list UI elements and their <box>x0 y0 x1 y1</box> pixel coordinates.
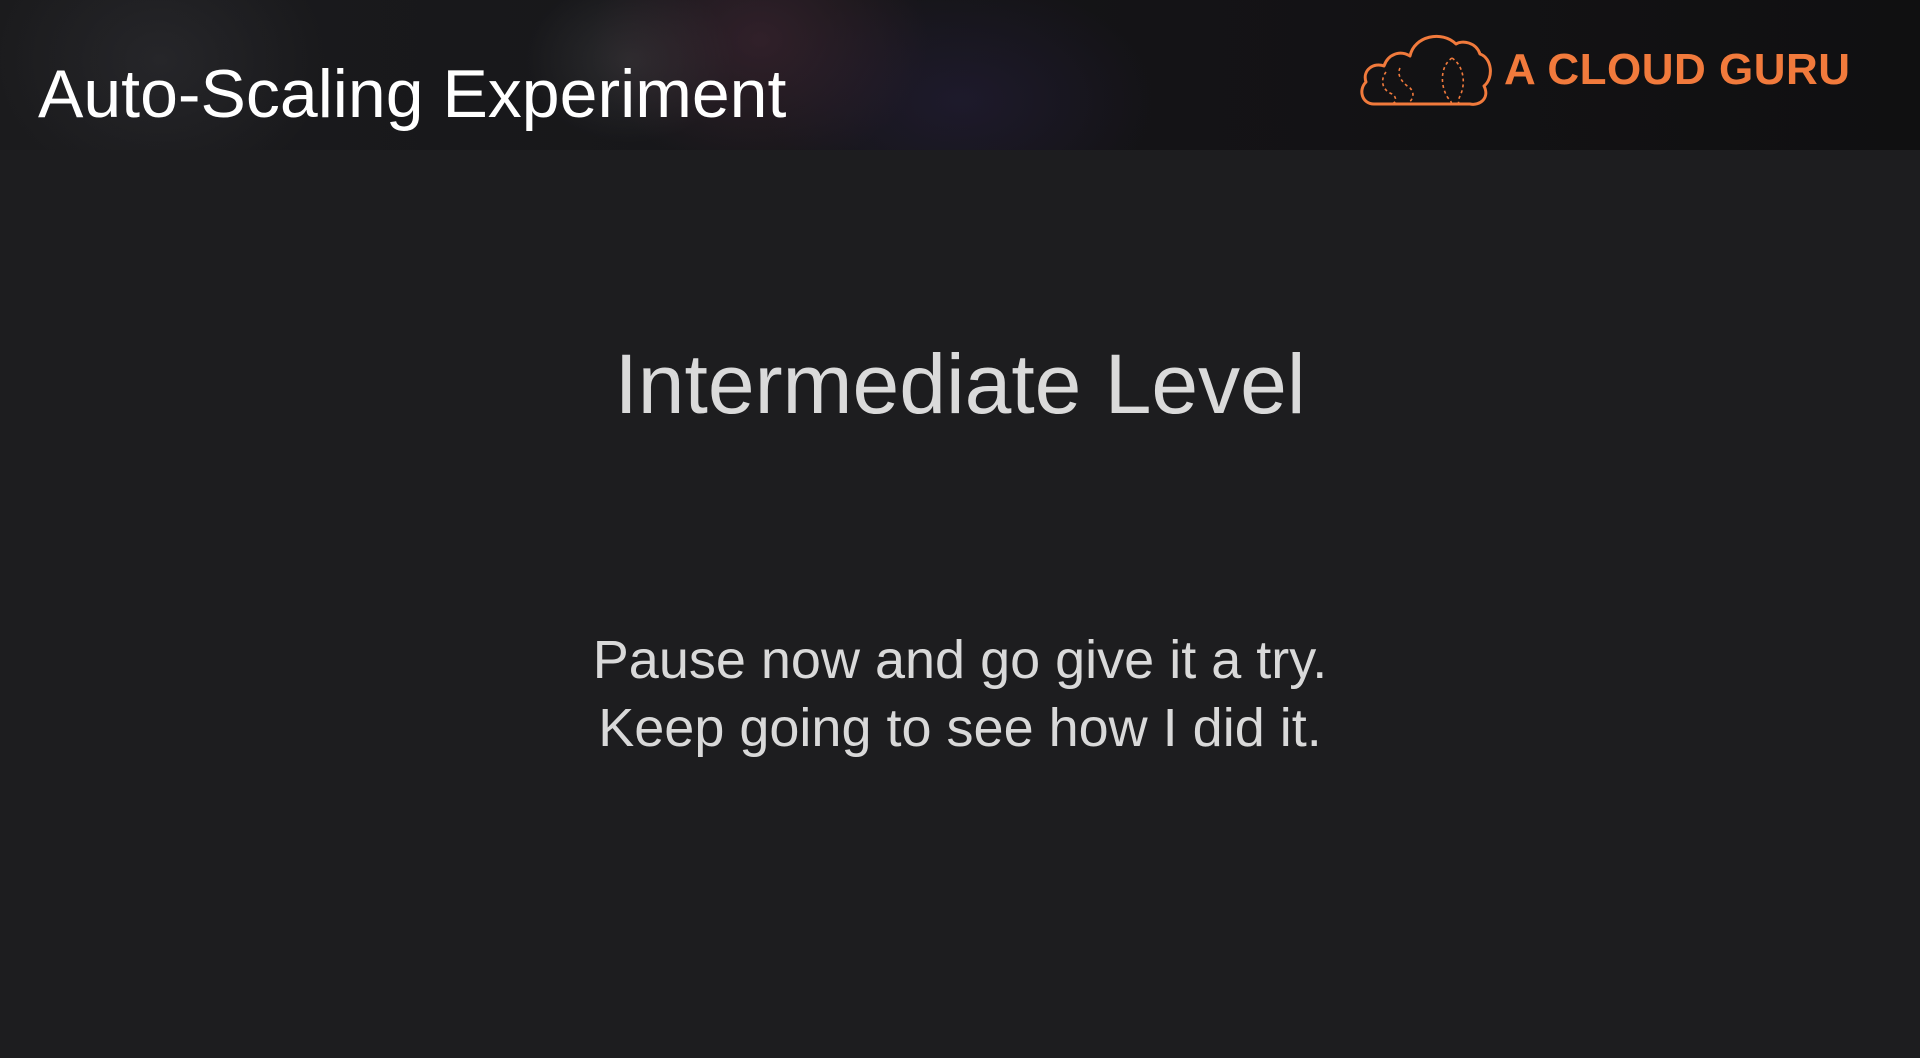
instructions-block: Pause now and go give it a try. Keep goi… <box>0 626 1920 762</box>
slide-body: Intermediate Level Pause now and go give… <box>0 150 1920 1058</box>
slide-title: Auto-Scaling Experiment <box>38 56 787 132</box>
instruction-line: Keep going to see how I did it. <box>598 698 1322 758</box>
instruction-line: Pause now and go give it a try. <box>592 630 1328 690</box>
level-heading: Intermediate Level <box>614 337 1306 431</box>
cloud-icon <box>1360 34 1492 106</box>
brand-logo-text: A CLOUD GURU <box>1504 45 1851 94</box>
header-bar: Auto-Scaling Experiment A CLOUD GURU <box>0 0 1920 150</box>
brand-logo: A CLOUD GURU <box>1356 28 1851 112</box>
